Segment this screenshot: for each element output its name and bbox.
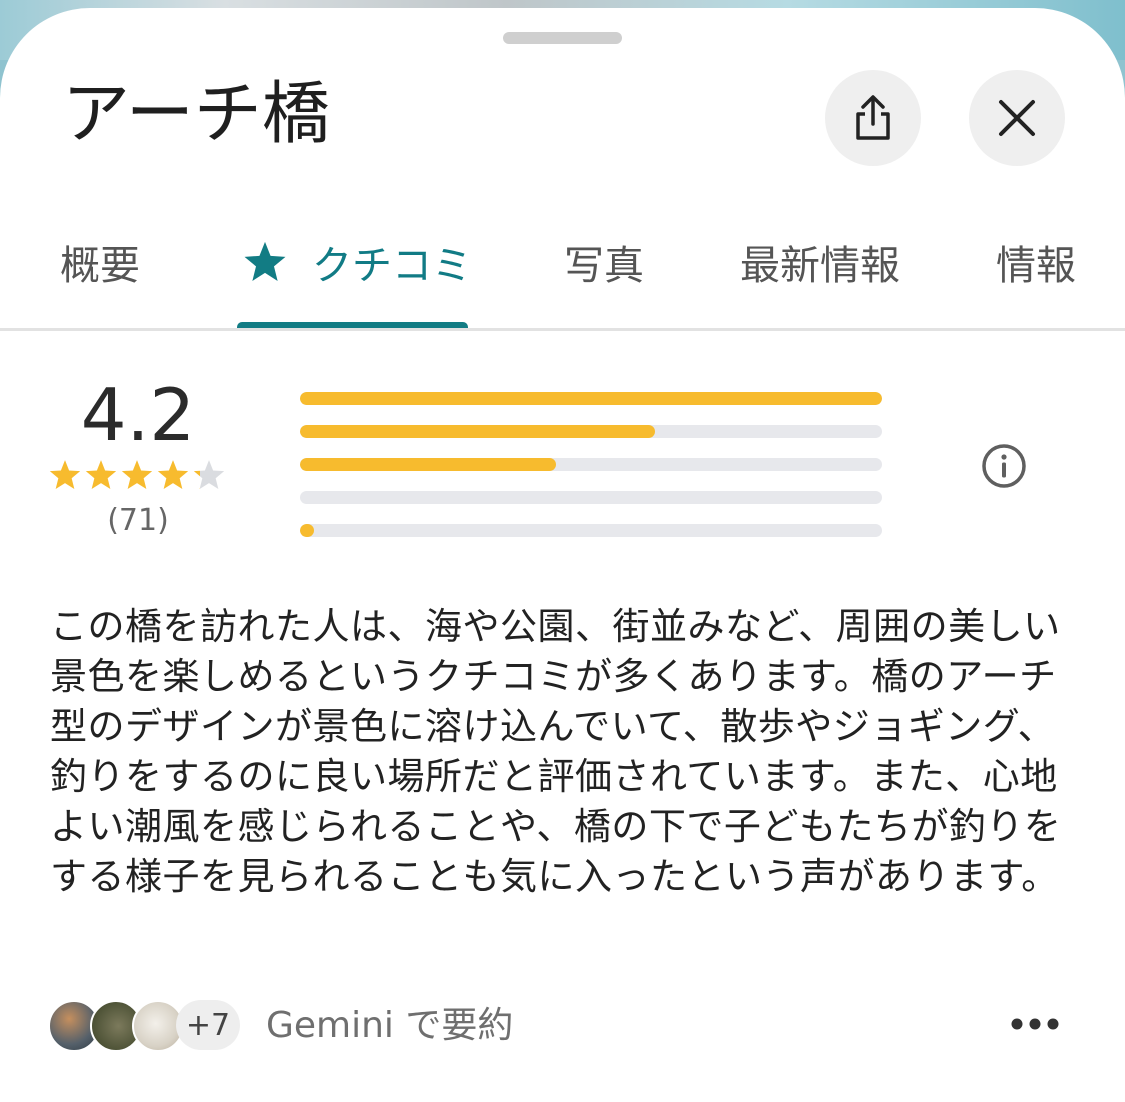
rating-star-icon (193, 460, 225, 490)
tab-label: 情報 (996, 243, 1076, 289)
rating-star-icon (85, 460, 117, 490)
rating-distribution[interactable] (300, 392, 882, 557)
tab-photos[interactable]: 写真 (564, 212, 644, 312)
tab-divider (0, 328, 1125, 331)
summary-footer: +7 Gemini で要約 (48, 1000, 1088, 1052)
more-horizontal-icon[interactable] (1010, 1014, 1060, 1034)
rating-star-icon (157, 460, 189, 490)
rating-bar-4[interactable] (300, 425, 882, 438)
place-title: アーチ橋 (62, 75, 330, 154)
rating-bar-fill (300, 458, 557, 471)
drag-handle[interactable] (503, 32, 622, 44)
tab-label: 最新情報 (740, 243, 900, 289)
rating-bar-3[interactable] (300, 458, 882, 471)
tab-label: クチコミ (312, 243, 472, 289)
rating-bar-fill (300, 425, 656, 438)
rating-bar-fill (300, 392, 882, 405)
rating-stars (48, 458, 226, 492)
star-icon (242, 240, 288, 284)
review-count[interactable]: (71) (70, 500, 206, 542)
close-icon (999, 100, 1035, 136)
review-summary: この橋を訪れた人は、海や公園、街並みなど、周囲の美しい景色を楽しめるというクチコ… (50, 605, 1062, 898)
rating-star-icon (121, 460, 153, 490)
more-reviewers-badge: +7 (176, 1000, 240, 1050)
rating-score: 4.2 (80, 373, 196, 457)
rating-bar-2[interactable] (300, 491, 882, 504)
tab-overview[interactable]: 概要 (60, 212, 140, 312)
share-button[interactable] (825, 70, 921, 166)
rating-bar-fill (300, 524, 314, 537)
tab-bar: 概要 クチコミ 写真 最新情報 情報 (0, 212, 1125, 322)
gemini-summary-label: Gemini で要約 (266, 1005, 514, 1046)
tab-label: 概要 (60, 243, 140, 289)
tab-reviews[interactable]: クチコミ (242, 212, 472, 312)
rating-bar-5[interactable] (300, 392, 882, 405)
info-icon[interactable] (980, 442, 1028, 490)
share-icon (856, 95, 890, 140)
tab-label: 写真 (564, 243, 644, 289)
rating-star-icon (49, 460, 81, 490)
tab-about[interactable]: 情報 (996, 212, 1076, 312)
rating-bar-1[interactable] (300, 524, 882, 537)
tab-updates[interactable]: 最新情報 (740, 212, 900, 312)
close-button[interactable] (969, 70, 1065, 166)
